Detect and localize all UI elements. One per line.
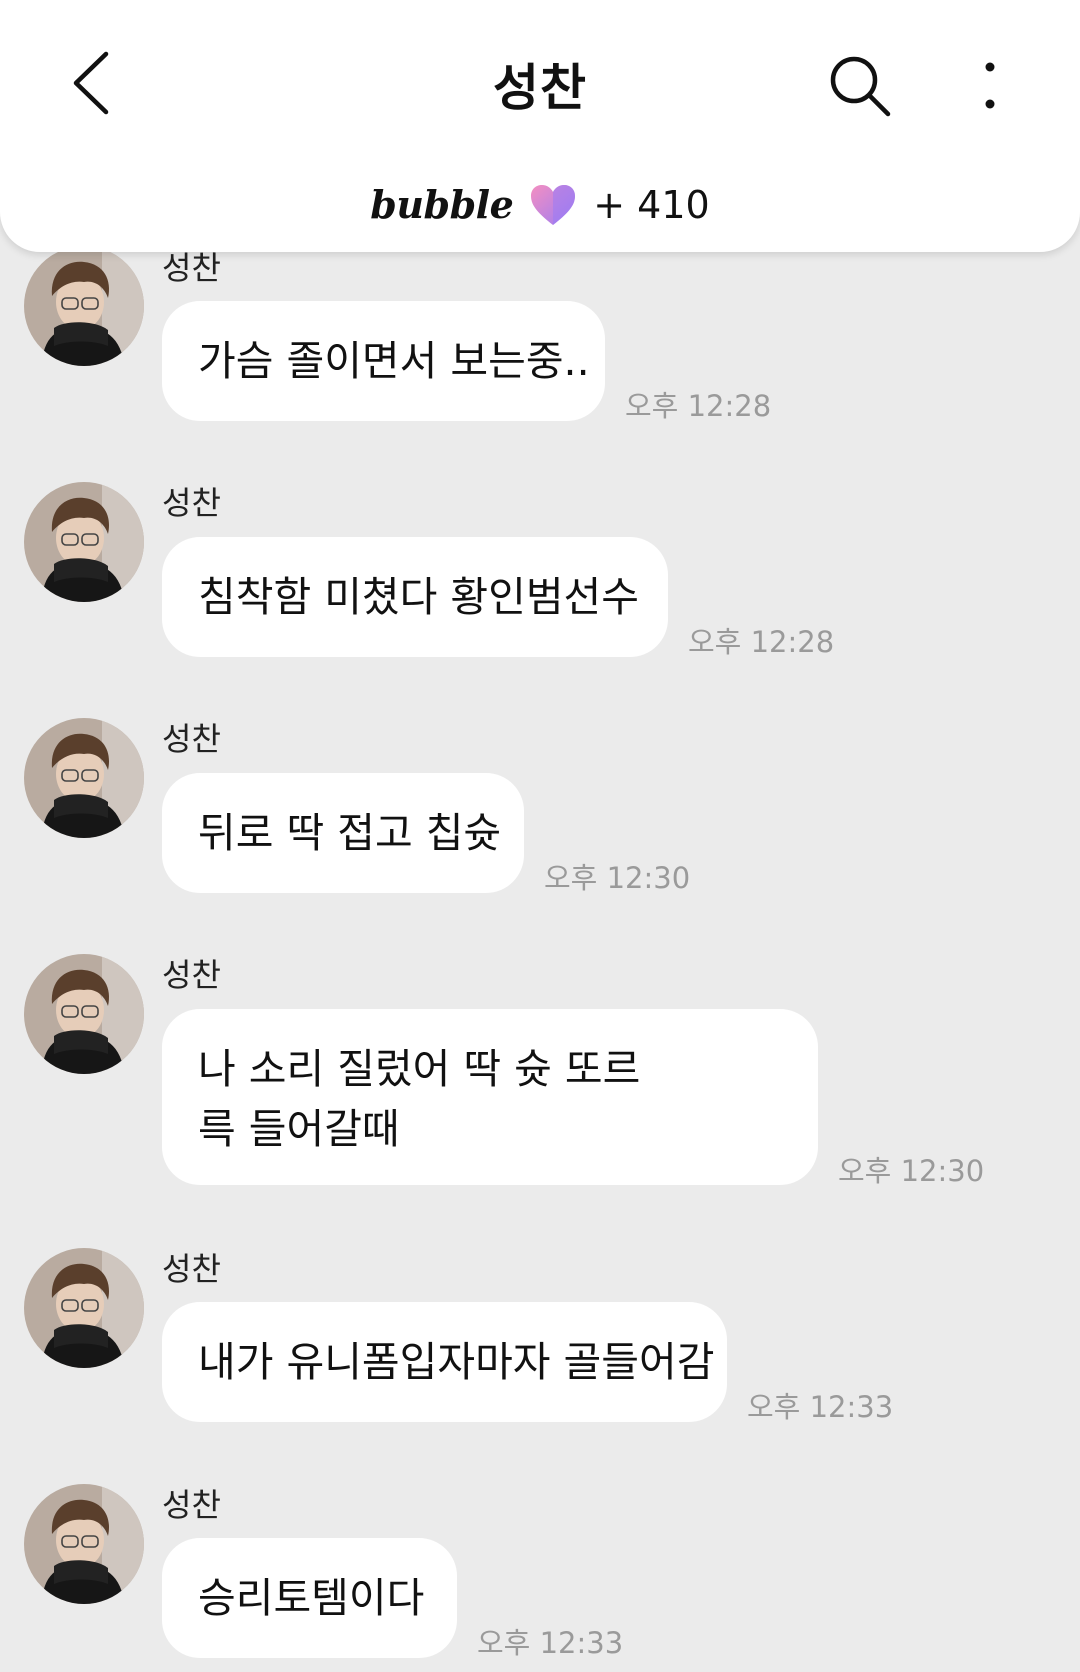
avatar[interactable] <box>24 1484 144 1604</box>
avatar[interactable] <box>24 718 144 838</box>
chat-screen: 성찬 가슴 졸이면서 보는중.. 오후 12:28 성찬 침착함 미쳤다 황인범… <box>0 0 1080 1672</box>
sender-name: 성찬 <box>162 720 221 758</box>
message-time: 오후 12:33 <box>747 1390 894 1424</box>
sender-name: 성찬 <box>162 956 221 994</box>
message-time: 오후 12:28 <box>688 625 835 659</box>
avatar-image <box>24 1484 144 1604</box>
chat-header: 성찬 bubble + 410 <box>0 0 1080 252</box>
message-bubble[interactable]: 가슴 졸이면서 보는중.. <box>162 301 605 421</box>
avatar-image <box>24 1248 144 1368</box>
avatar-image <box>24 482 144 602</box>
sender-name: 성찬 <box>162 1250 221 1288</box>
avatar[interactable] <box>24 1248 144 1368</box>
bubble-points-bar[interactable]: bubble + 410 <box>0 182 1080 227</box>
bubble-heart-icon <box>529 183 577 227</box>
bubble-points: + 410 <box>593 182 710 227</box>
avatar-image <box>24 246 144 366</box>
sender-name: 성찬 <box>162 1486 221 1524</box>
message-bubble[interactable]: 승리토템이다 <box>162 1538 457 1658</box>
message-bubble[interactable]: 내가 유니폼입자마자 골들어감 <box>162 1302 727 1422</box>
avatar[interactable] <box>24 482 144 602</box>
message-bubble[interactable]: 침착함 미쳤다 황인범선수 <box>162 537 668 657</box>
avatar-image <box>24 718 144 838</box>
chat-title: 성찬 <box>493 59 587 117</box>
avatar[interactable] <box>24 954 144 1074</box>
message-bubble[interactable]: 나 소리 질렀어 딱 슛 또르륵 들어갈때 <box>162 1009 818 1185</box>
message-time: 오후 12:30 <box>838 1154 985 1188</box>
avatar[interactable] <box>24 246 144 366</box>
more-options-button[interactable] <box>960 45 1020 130</box>
sender-name: 성찬 <box>162 484 221 522</box>
message-time: 오후 12:33 <box>477 1626 624 1660</box>
search-icon <box>828 54 892 122</box>
search-button[interactable] <box>815 45 905 130</box>
avatar-image <box>24 954 144 1074</box>
more-vertical-icon <box>983 61 997 115</box>
message-time: 오후 12:28 <box>625 389 772 423</box>
message-bubble[interactable]: 뒤로 딱 접고 칩슛 <box>162 773 524 893</box>
bubble-logo: bubble <box>370 182 514 227</box>
message-time: 오후 12:30 <box>544 861 691 895</box>
